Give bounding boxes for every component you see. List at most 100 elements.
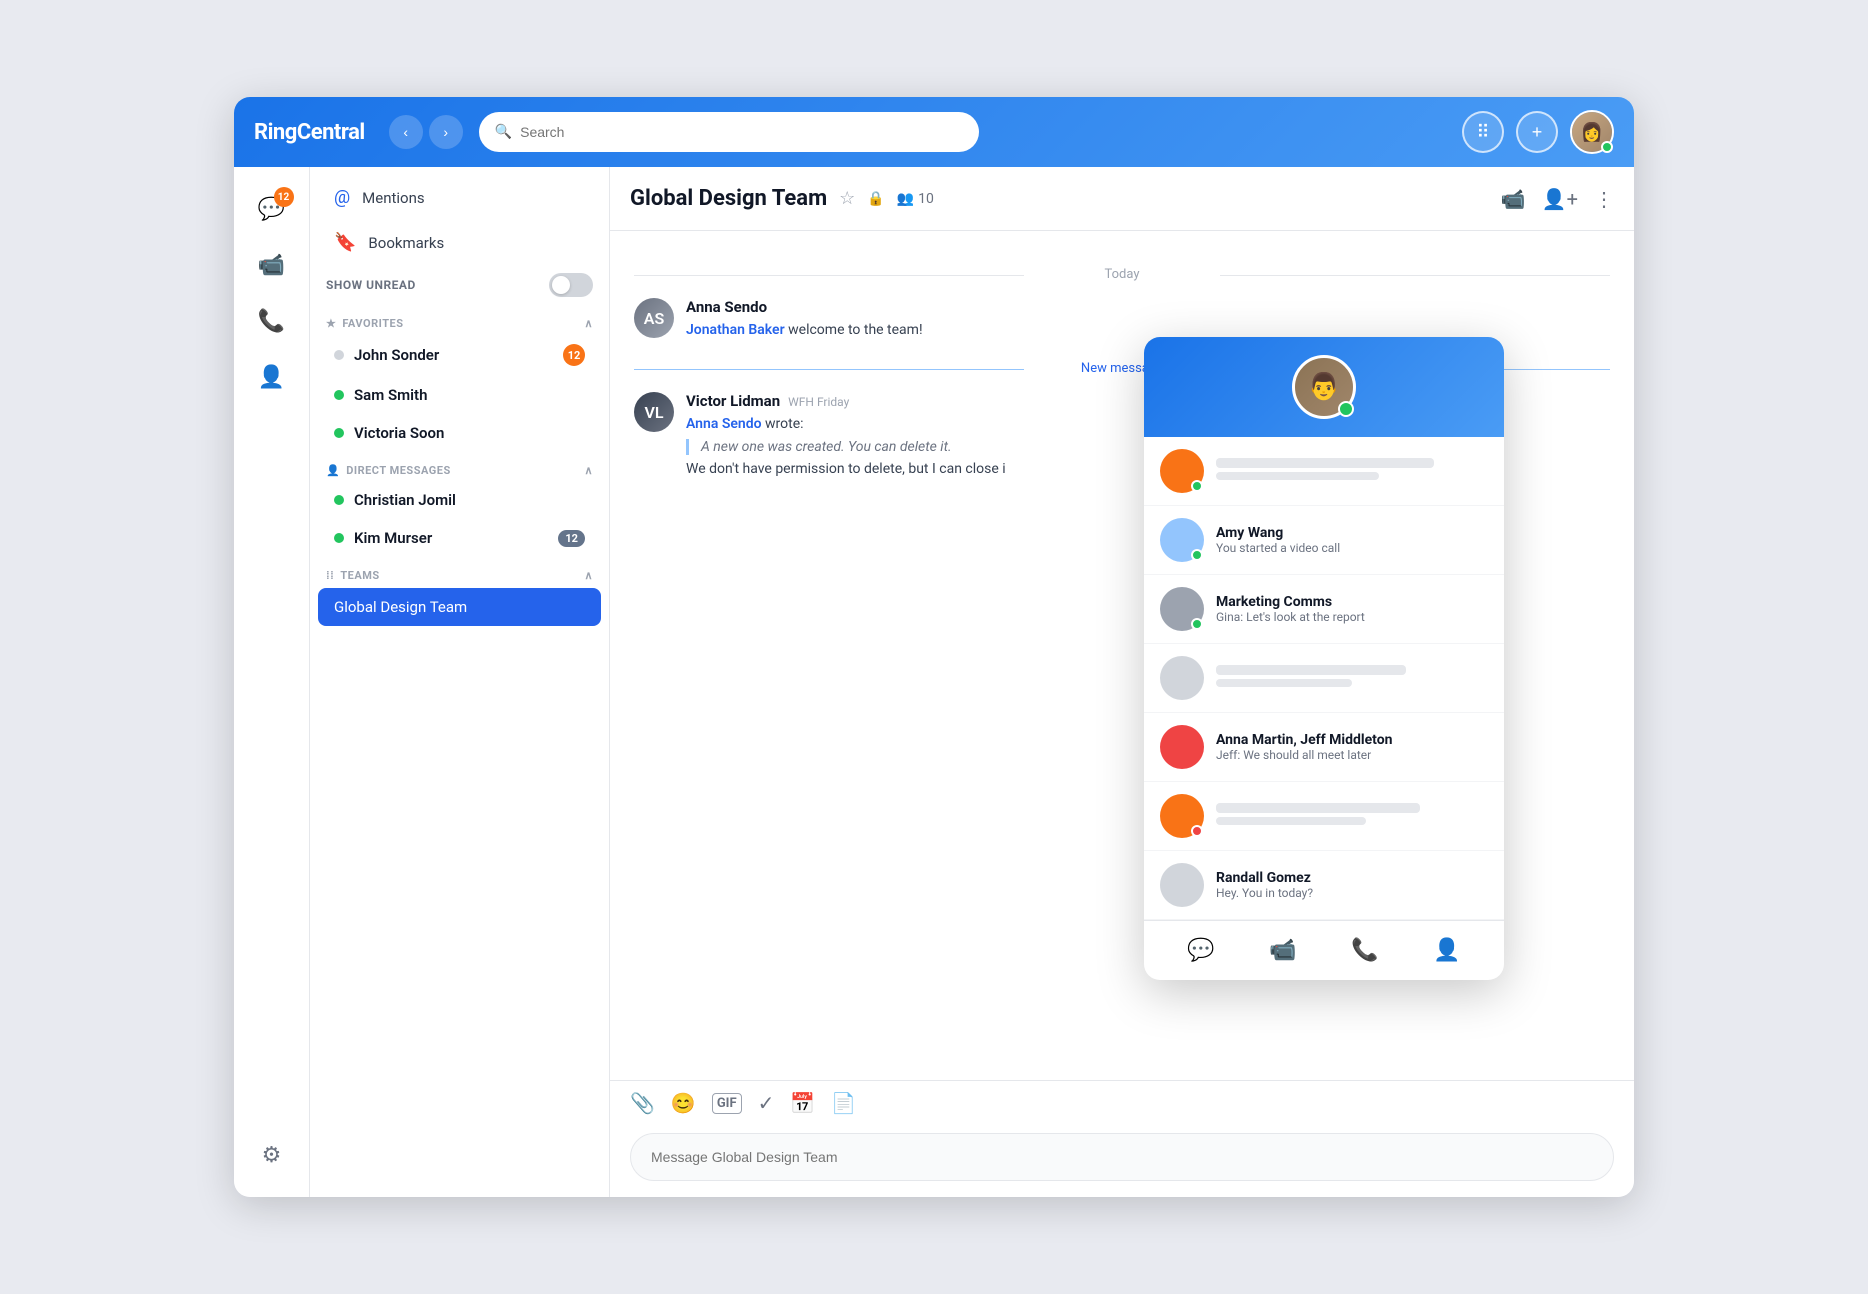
back-button[interactable]: ‹ bbox=[389, 115, 423, 149]
contact-victoria-soon[interactable]: Victoria Soon bbox=[318, 416, 601, 450]
team-name: Global Design Team bbox=[334, 598, 467, 616]
settings-icon: ⚙ bbox=[262, 1143, 282, 1168]
message-avatar: VL bbox=[634, 392, 674, 432]
online-dot bbox=[1191, 480, 1203, 492]
calendar-button[interactable]: 📅 bbox=[790, 1091, 815, 1115]
panel-phone-button[interactable]: 📞 bbox=[1351, 938, 1378, 963]
attach-button[interactable]: 📎 bbox=[630, 1091, 655, 1115]
dm-name: Kim Murser bbox=[354, 529, 432, 547]
show-unread-toggle[interactable] bbox=[549, 273, 593, 297]
message-sender: Anna Sendo bbox=[686, 298, 767, 316]
video-call-button[interactable]: 📹 bbox=[1501, 187, 1526, 211]
message-link[interactable]: Jonathan Baker bbox=[686, 322, 785, 338]
add-button[interactable]: + bbox=[1516, 111, 1558, 153]
panel-list-item-amy[interactable]: Amy Wang You started a video call bbox=[1144, 506, 1504, 575]
chat-title: Global Design Team bbox=[630, 186, 827, 211]
panel-list-item-placeholder[interactable] bbox=[1144, 644, 1504, 713]
left-sidebar: @ Mentions 🔖 Bookmarks SHOW UNREAD ★ FAV… bbox=[310, 167, 610, 1197]
sidebar-item-contacts[interactable]: 👤 bbox=[246, 351, 298, 403]
panel-item-content bbox=[1216, 665, 1488, 691]
floating-panel: 👨 Amy Wang bbox=[1144, 337, 1504, 980]
dm-section-header: 👤 DIRECT MESSAGES ∧ bbox=[310, 452, 609, 481]
panel-list-item-anna-jeff[interactable]: Anna Martin, Jeff Middleton Jeff: We sho… bbox=[1144, 713, 1504, 782]
dm-label: DIRECT MESSAGES bbox=[346, 464, 451, 477]
panel-header: 👨 bbox=[1144, 337, 1504, 437]
message-input[interactable] bbox=[630, 1133, 1614, 1181]
bookmarks-item[interactable]: 🔖 Bookmarks bbox=[318, 222, 601, 263]
dm-kim[interactable]: Kim Murser 12 bbox=[318, 521, 601, 555]
quote-author-link[interactable]: Anna Sendo bbox=[686, 416, 762, 432]
grid-button[interactable]: ⠿ bbox=[1462, 111, 1504, 153]
dm-icon: 👤 bbox=[326, 464, 340, 477]
sidebar-item-chat[interactable]: 💬 12 bbox=[246, 183, 298, 235]
panel-item-content: Marketing Comms Gina: Let's look at the … bbox=[1216, 594, 1488, 624]
snippet-button[interactable]: 📄 bbox=[831, 1091, 856, 1115]
status-dot-offline bbox=[334, 350, 344, 360]
panel-video-button[interactable]: 📹 bbox=[1269, 938, 1296, 963]
favorites-star-icon: ★ bbox=[326, 317, 336, 330]
dm-christian[interactable]: Christian Jomil bbox=[318, 483, 601, 517]
panel-item-name: Marketing Comms bbox=[1216, 594, 1488, 610]
panel-item-avatar bbox=[1160, 656, 1204, 700]
message-time: WFH Friday bbox=[788, 395, 849, 409]
dm-name: Christian Jomil bbox=[354, 491, 456, 509]
panel-item-preview: Jeff: We should all meet later bbox=[1216, 748, 1488, 762]
chat-input-area bbox=[610, 1125, 1634, 1197]
sidebar-item-video[interactable]: 📹 bbox=[246, 239, 298, 291]
message-avatar: AS bbox=[634, 298, 674, 338]
panel-list-item-placeholder2[interactable] bbox=[1144, 782, 1504, 851]
chat-header-actions: 📹 👤+ ⋮ bbox=[1501, 187, 1614, 211]
panel-list-item[interactable] bbox=[1144, 437, 1504, 506]
mentions-item[interactable]: @ Mentions bbox=[318, 177, 601, 218]
star-icon[interactable]: ☆ bbox=[839, 188, 855, 209]
add-member-button[interactable]: 👤+ bbox=[1542, 187, 1578, 211]
task-button[interactable]: ✓ bbox=[758, 1091, 775, 1115]
chat-toolbar: 📎 😊 GIF ✓ 📅 📄 bbox=[610, 1080, 1634, 1125]
contact-sam-smith[interactable]: Sam Smith bbox=[318, 378, 601, 412]
panel-chat-button[interactable]: 💬 bbox=[1187, 938, 1214, 963]
panel-avatar-dot bbox=[1338, 401, 1354, 417]
panel-item-preview: You started a video call bbox=[1216, 541, 1488, 555]
panel-item-content bbox=[1216, 803, 1488, 829]
status-dot-online bbox=[334, 390, 344, 400]
message-row: AS Anna Sendo Jonathan Baker welcome to … bbox=[634, 298, 1610, 341]
online-dot bbox=[1191, 618, 1203, 630]
teams-collapse-icon[interactable]: ∧ bbox=[584, 569, 593, 582]
favorites-label: FAVORITES bbox=[342, 317, 403, 330]
settings-button[interactable]: ⚙ bbox=[246, 1129, 298, 1181]
sidebar-item-phone[interactable]: 📞 bbox=[246, 295, 298, 347]
dm-collapse-icon[interactable]: ∧ bbox=[584, 464, 593, 477]
members-count: 10 bbox=[918, 191, 934, 207]
panel-item-avatar bbox=[1160, 518, 1204, 562]
icon-sidebar: 💬 12 📹 📞 👤 ⚙ bbox=[234, 167, 310, 1197]
video-icon: 📹 bbox=[258, 253, 285, 278]
phone-icon: 📞 bbox=[258, 309, 285, 334]
contact-john-sonder[interactable]: John Sonder 12 bbox=[318, 336, 601, 374]
contact-badge: 12 bbox=[563, 344, 585, 366]
panel-item-avatar bbox=[1160, 449, 1204, 493]
status-dot-online bbox=[334, 428, 344, 438]
status-dot-online bbox=[334, 533, 344, 543]
dm-badge: 12 bbox=[558, 530, 585, 547]
brand-logo: RingCentral bbox=[254, 120, 365, 145]
panel-profile-button[interactable]: 👤 bbox=[1433, 938, 1460, 963]
lock-icon[interactable]: 🔒 bbox=[867, 191, 884, 207]
panel-item-content: Randall Gomez Hey. You in today? bbox=[1216, 870, 1488, 900]
online-status-dot bbox=[1601, 141, 1613, 153]
teams-icon: ⁞⁞ bbox=[326, 569, 334, 582]
favorites-collapse-icon[interactable]: ∧ bbox=[584, 317, 593, 330]
panel-avatar-container: 👨 bbox=[1292, 355, 1356, 419]
day-divider: Today bbox=[634, 267, 1610, 282]
message-sender: Victor Lidman bbox=[686, 392, 780, 410]
panel-list: Amy Wang You started a video call Market… bbox=[1144, 437, 1504, 920]
show-unread-label: SHOW UNREAD bbox=[326, 278, 416, 292]
gif-button[interactable]: GIF bbox=[712, 1093, 742, 1114]
panel-list-item-marketing[interactable]: Marketing Comms Gina: Let's look at the … bbox=[1144, 575, 1504, 644]
forward-button[interactable]: › bbox=[429, 115, 463, 149]
more-options-button[interactable]: ⋮ bbox=[1594, 187, 1614, 211]
contacts-icon: 👤 bbox=[258, 365, 285, 390]
emoji-button[interactable]: 😊 bbox=[671, 1091, 696, 1115]
search-input[interactable] bbox=[520, 124, 963, 140]
team-global-design[interactable]: Global Design Team bbox=[318, 588, 601, 626]
panel-list-item-randall[interactable]: Randall Gomez Hey. You in today? bbox=[1144, 851, 1504, 920]
